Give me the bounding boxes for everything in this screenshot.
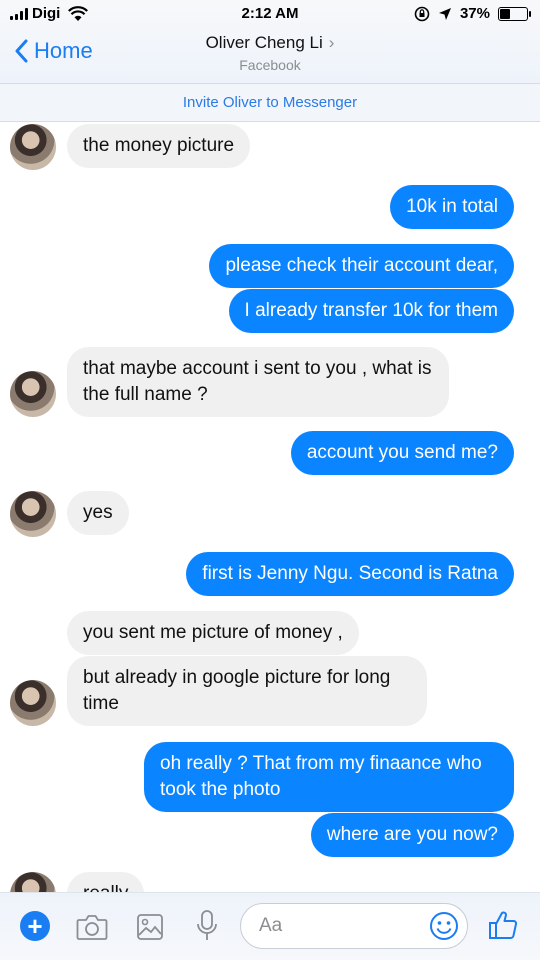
composer-bar: + (0, 892, 540, 960)
avatar (10, 680, 56, 726)
chat-area[interactable]: the money picture 10k in total please ch… (0, 122, 540, 892)
outgoing-message[interactable]: I already transfer 10k for them (228, 289, 514, 333)
battery-fill (500, 8, 511, 19)
outgoing-message[interactable]: 10k in total (390, 185, 514, 229)
incoming-message[interactable]: the money picture (67, 124, 251, 168)
outgoing-message[interactable]: oh really ? That from my finaance who to… (144, 742, 514, 812)
contact-subtitle: Facebook (239, 57, 301, 73)
chevron-right-icon: › (328, 33, 335, 52)
avatar (10, 872, 56, 892)
incoming-message[interactable]: yes (67, 491, 129, 535)
avatar (10, 491, 56, 537)
incoming-message[interactable]: that maybe account i sent to you , what … (67, 347, 449, 417)
outgoing-message[interactable]: where are you now? (310, 813, 514, 857)
invite-banner[interactable]: Invite Oliver to Messenger (0, 84, 540, 122)
outgoing-message[interactable]: account you send me? (290, 431, 514, 475)
thumbs-up-icon[interactable] (488, 909, 518, 941)
camera-icon[interactable] (76, 913, 108, 941)
emoji-icon[interactable] (429, 911, 459, 941)
outgoing-message[interactable]: first is Jenny Ngu. Second is Ratna (186, 552, 514, 596)
contact-name: Oliver Cheng Li (205, 33, 323, 52)
message-input-wrap[interactable] (240, 903, 468, 949)
microphone-icon[interactable] (196, 909, 218, 943)
avatar (10, 371, 56, 417)
lock-rotation-icon (414, 6, 430, 21)
avatar (10, 124, 56, 170)
status-bar: Digi 2:12 AM 37% (0, 0, 540, 28)
incoming-message[interactable]: really (67, 872, 145, 892)
battery-icon (498, 6, 531, 21)
incoming-message[interactable]: you sent me picture of money , (67, 611, 359, 655)
location-icon (438, 7, 451, 20)
status-right: 37% (414, 5, 531, 22)
outgoing-message[interactable]: please check their account dear, (209, 244, 514, 288)
message-input[interactable] (259, 915, 409, 937)
contact-header[interactable]: Oliver Cheng Li › Facebook (0, 33, 540, 73)
incoming-message[interactable]: but already in google picture for long t… (67, 656, 427, 726)
battery-percent: 37% (459, 5, 490, 22)
plus-icon[interactable]: + (20, 911, 50, 941)
photo-icon[interactable] (136, 913, 164, 941)
top-bar: Digi 2:12 AM 37% Home Oliver Cheng Li › … (0, 0, 540, 84)
